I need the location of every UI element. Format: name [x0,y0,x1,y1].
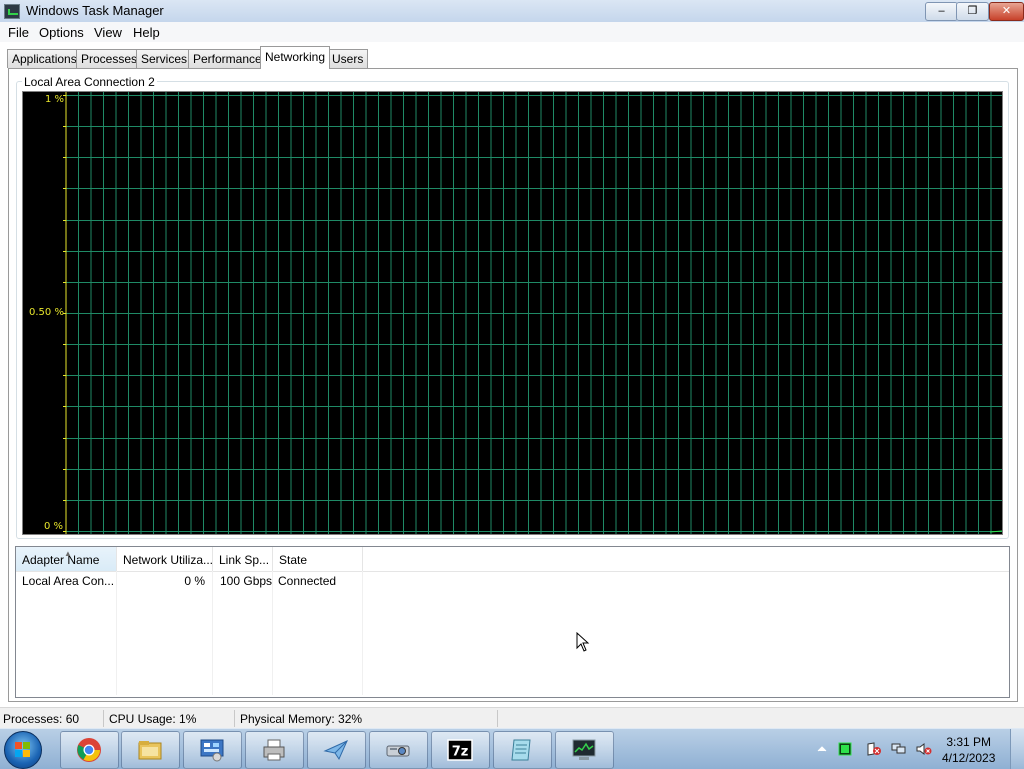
status-memory: Physical Memory: 32% [240,712,363,726]
connection-name: Local Area Connection 2 [22,75,157,89]
menu-bar: File Options View Help [0,22,1024,42]
tab-networking[interactable]: Networking [260,46,331,69]
adapter-list[interactable]: ▲ Adapter Name Network Utiliza... Link S… [15,546,1010,698]
status-cpu: CPU Usage: 1% [109,712,197,726]
show-hidden-icons-icon[interactable] [815,742,829,756]
task-manager-icon [4,4,20,19]
taskbar-file-explorer[interactable] [121,731,180,769]
adapter-list-header: ▲ Adapter Name Network Utiliza... Link S… [16,547,1009,572]
cell-state: Connected [278,574,337,588]
taskbar-projector[interactable] [369,731,428,769]
start-button[interactable] [4,731,42,769]
system-clock[interactable]: 3:31 PM 4/12/2023 [942,734,995,766]
taskbar: 7z 3:31 PM 4/12/2023 [0,728,1024,769]
maximize-button[interactable]: ❐ [956,2,989,21]
network-icon[interactable] [891,742,906,756]
tab-strip: Applications Processes Services Performa… [0,45,1024,69]
minimize-button[interactable]: ‒ [925,2,958,21]
menu-file[interactable]: File [8,25,29,40]
taskbar-7zip[interactable]: 7z [431,731,490,769]
file-explorer-icon [138,741,162,760]
graph-label-mid: 0.50 % [29,307,64,318]
printer-icon [263,739,285,761]
sort-up-icon: ▲ [64,549,72,558]
mail-icon [323,740,348,761]
action-center-icon[interactable] [866,742,881,756]
window-title: Windows Task Manager [26,3,164,18]
show-desktop-button[interactable] [1010,729,1024,769]
status-divider [103,710,104,727]
notepad-icon [511,739,531,761]
column-network-utilization[interactable]: Network Utiliza... [117,547,213,571]
mouse-cursor-icon [576,632,590,652]
tab-performance[interactable]: Performance [188,49,267,68]
table-row[interactable]: Local Area Con... 0 % 100 Gbps Connected [16,573,1009,591]
graph-grid [63,92,1002,534]
column-adapter-name-label: Adapter Name [22,553,100,567]
cpu-meter-icon[interactable] [838,742,852,756]
title-bar: Windows Task Manager ‒ ❐ ✕ [0,0,1024,23]
svg-text:7z: 7z [452,745,469,760]
status-bar: Processes: 60 CPU Usage: 1% Physical Mem… [0,707,1024,729]
tab-services[interactable]: Services [136,49,193,68]
menu-view[interactable]: View [94,25,122,40]
windows-logo-icon [15,742,31,758]
status-processes: Processes: 60 [3,712,80,726]
task-manager-icon [572,739,596,760]
tab-users[interactable]: Users [327,49,369,68]
column-state[interactable]: State [273,547,363,571]
status-divider [497,710,498,727]
clock-date: 4/12/2023 [942,751,996,765]
close-button[interactable]: ✕ [989,2,1024,21]
projector-icon [386,745,410,757]
graph-label-bottom: 0 % [44,521,64,532]
7zip-icon: 7z [447,739,473,761]
control-panel-icon [200,739,224,762]
column-link-speed[interactable]: Link Sp... [213,547,273,571]
cell-link-speed: 100 Gbps [220,574,272,588]
volume-muted-icon[interactable] [916,742,932,756]
chrome-icon [77,738,101,762]
taskbar-printer[interactable] [245,731,304,769]
column-adapter-name[interactable]: ▲ Adapter Name [16,547,117,571]
taskbar-notepad[interactable] [493,731,552,769]
taskbar-task-manager[interactable] [555,731,614,769]
taskbar-chrome[interactable] [60,731,119,769]
menu-options[interactable]: Options [39,25,84,40]
tab-applications[interactable]: Applications [7,49,82,68]
taskbar-mail[interactable] [307,731,366,769]
menu-help[interactable]: Help [133,25,160,40]
cell-utilization: 0 % [184,574,205,588]
status-divider [234,710,235,727]
clock-time: 3:31 PM [946,735,992,749]
tab-processes[interactable]: Processes [76,49,143,68]
network-utilization-graph: 1 % 0.50 % 0 % [22,91,1003,535]
cell-adapter-name: Local Area Con... [22,574,115,588]
taskbar-control-panel[interactable] [183,731,242,769]
graph-label-top: 1 % [45,94,65,105]
